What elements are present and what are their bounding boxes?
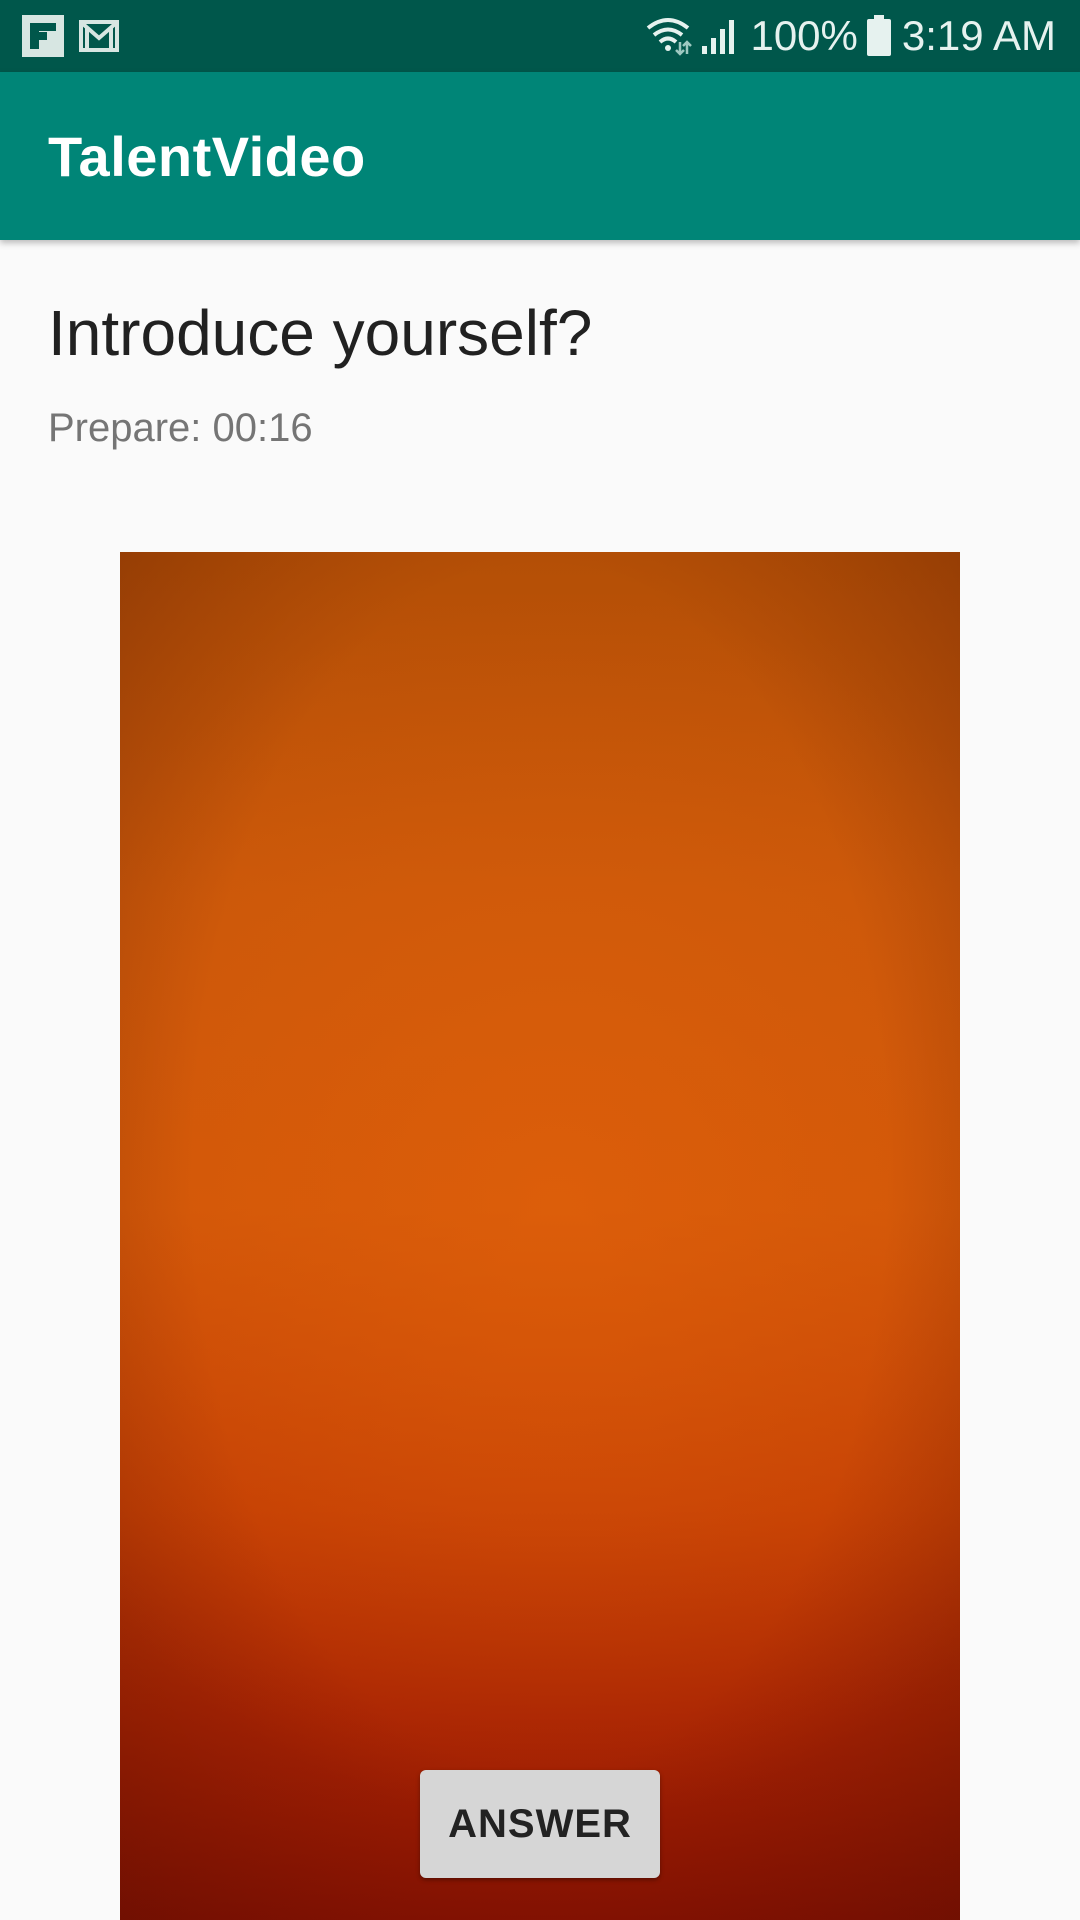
wifi-icon bbox=[647, 18, 693, 56]
system-status: 100% 3:19 AM bbox=[636, 12, 1056, 60]
app-title: TalentVideo bbox=[48, 124, 366, 188]
battery-percent: 100% bbox=[750, 12, 858, 59]
prepare-timer: Prepare: 00:16 bbox=[48, 406, 313, 450]
clock: 3:19 AM bbox=[901, 12, 1056, 59]
signal-icon bbox=[702, 20, 735, 54]
gmail-icon bbox=[79, 20, 119, 52]
question-text: Introduce yourself? bbox=[48, 297, 593, 369]
status-bar: 100% 3:19 AM bbox=[0, 0, 1080, 72]
flipboard-icon bbox=[22, 15, 64, 57]
app-bar: TalentVideo bbox=[0, 72, 1080, 240]
camera-vignette bbox=[120, 552, 960, 1920]
notification-icons bbox=[22, 15, 134, 57]
battery-icon bbox=[866, 15, 891, 56]
camera-preview: ANSWER bbox=[120, 552, 960, 1920]
answer-button[interactable]: ANSWER bbox=[420, 1770, 660, 1878]
